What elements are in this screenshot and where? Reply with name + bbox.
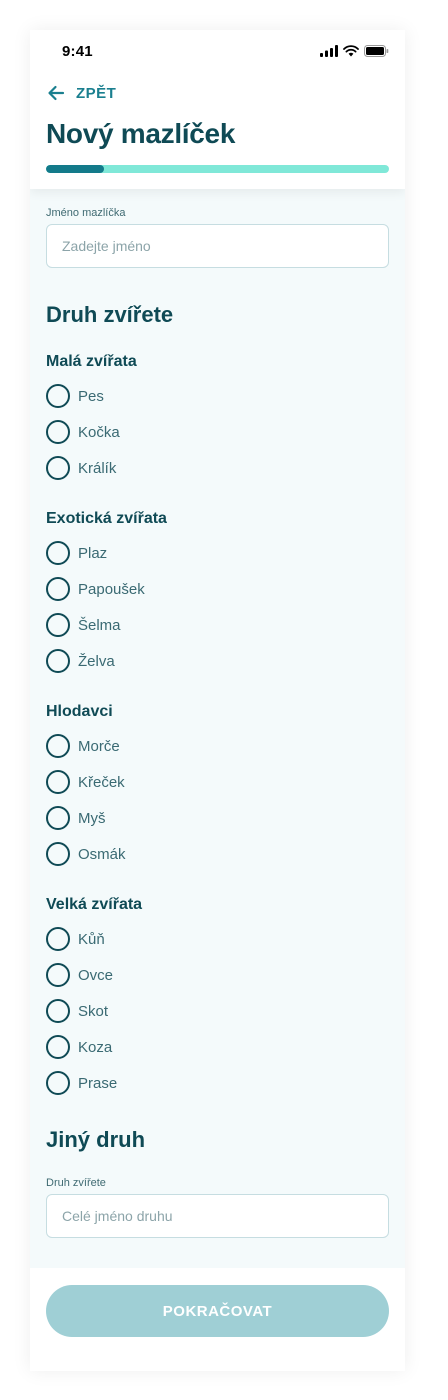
arrow-left-icon (48, 85, 65, 101)
back-label: ZPĚT (76, 84, 117, 102)
radio-button[interactable] (46, 613, 70, 637)
radio-button[interactable] (46, 999, 70, 1023)
radio-button[interactable] (46, 806, 70, 830)
species-option[interactable]: Šelma (46, 607, 389, 643)
other-species-input[interactable] (46, 1194, 389, 1238)
other-species-label: Druh zvířete (46, 1177, 106, 1189)
species-option[interactable]: Papoušek (46, 571, 389, 607)
species-group: Malá zvířata Pes Kočka Králík (46, 351, 389, 486)
species-option-label: Králík (78, 459, 117, 477)
species-option[interactable]: Osmák (46, 836, 389, 872)
species-option-label: Myš (78, 809, 106, 827)
radio-list: Plaz Papoušek Šelma Želva (46, 535, 389, 679)
species-option-label: Kůň (78, 930, 105, 948)
radio-list: Pes Kočka Králík (46, 378, 389, 486)
species-group: Hlodavci Morče Křeček Myš Osmák (46, 701, 389, 872)
species-option[interactable]: Křeček (46, 764, 389, 800)
species-group-title: Hlodavci (46, 703, 113, 720)
status-icons (320, 44, 389, 58)
species-option-label: Osmák (78, 845, 126, 863)
radio-list: Morče Křeček Myš Osmák (46, 728, 389, 872)
species-option-label: Prase (78, 1074, 118, 1092)
footer: POKRAČOVAT (30, 1268, 405, 1371)
species-option-label: Morče (78, 737, 120, 755)
species-option[interactable]: Plaz (46, 535, 389, 571)
pet-name-label: Jméno mazlíčka (46, 207, 126, 219)
radio-button[interactable] (46, 770, 70, 794)
species-option[interactable]: Skot (46, 993, 389, 1029)
species-group-title: Velká zvířata (46, 896, 143, 913)
species-option[interactable]: Kůň (46, 921, 389, 957)
species-option-label: Šelma (78, 616, 121, 634)
back-button[interactable]: ZPĚT (46, 80, 116, 106)
species-groups: Malá zvířata Pes Kočka Králík Exotická zvířa… (46, 351, 389, 1101)
species-option-label: Pes (78, 387, 104, 405)
species-option[interactable]: Myš (46, 800, 389, 836)
species-option[interactable]: Pes (46, 378, 389, 414)
radio-button[interactable] (46, 577, 70, 601)
species-option-label: Skot (78, 1002, 109, 1020)
signal-icon (320, 45, 338, 57)
species-option-label: Papoušek (78, 580, 145, 598)
page-title: Nový mazlíček (46, 118, 236, 149)
wifi-icon (343, 45, 359, 57)
radio-button[interactable] (46, 963, 70, 987)
progress-fill (46, 165, 105, 173)
pet-name-input[interactable] (46, 224, 389, 268)
species-option[interactable]: Prase (46, 1065, 389, 1101)
species-group: Velká zvířata Kůň Ovce Skot Koza Prase (46, 894, 389, 1101)
radio-button[interactable] (46, 649, 70, 673)
radio-button[interactable] (46, 541, 70, 565)
header: 9:41 ZPĚT Nový mazlíček (30, 30, 405, 189)
radio-button[interactable] (46, 384, 70, 408)
radio-button[interactable] (46, 1071, 70, 1095)
species-group: Exotická zvířata Plaz Papoušek Šelma Želva (46, 508, 389, 679)
status-bar: 9:41 (30, 30, 405, 74)
species-option[interactable]: Želva (46, 643, 389, 679)
species-group-title: Exotická zvířata (46, 510, 167, 527)
radio-button[interactable] (46, 927, 70, 951)
species-option[interactable]: Králík (46, 450, 389, 486)
other-species-title: Jiný druh (46, 1127, 146, 1152)
radio-button[interactable] (46, 734, 70, 758)
progress-bar (46, 165, 389, 173)
species-option-label: Kočka (78, 423, 120, 441)
species-option-label: Koza (78, 1038, 113, 1056)
radio-button[interactable] (46, 456, 70, 480)
species-section-title: Druh zvířete (46, 302, 174, 327)
species-group-title: Malá zvířata (46, 353, 137, 370)
form-content: Jméno mazlíčka Druh zvířete Malá zvířata… (30, 189, 405, 1238)
species-option[interactable]: Morče (46, 728, 389, 764)
radio-button[interactable] (46, 842, 70, 866)
radio-button[interactable] (46, 420, 70, 444)
status-time: 9:41 (62, 43, 93, 60)
battery-icon (364, 45, 389, 57)
continue-button[interactable]: POKRAČOVAT (46, 1285, 389, 1337)
species-option[interactable]: Ovce (46, 957, 389, 993)
radio-list: Kůň Ovce Skot Koza Prase (46, 921, 389, 1101)
species-option-label: Plaz (78, 544, 108, 562)
phone-screen: 9:41 ZPĚT Nový mazlíček Jméno mazlíčka Z… (30, 30, 405, 1371)
species-option[interactable]: Koza (46, 1029, 389, 1065)
species-option-label: Křeček (78, 773, 125, 791)
species-option-label: Želva (78, 652, 115, 670)
radio-button[interactable] (46, 1035, 70, 1059)
species-option[interactable]: Kočka (46, 414, 389, 450)
species-option-label: Ovce (78, 966, 114, 984)
